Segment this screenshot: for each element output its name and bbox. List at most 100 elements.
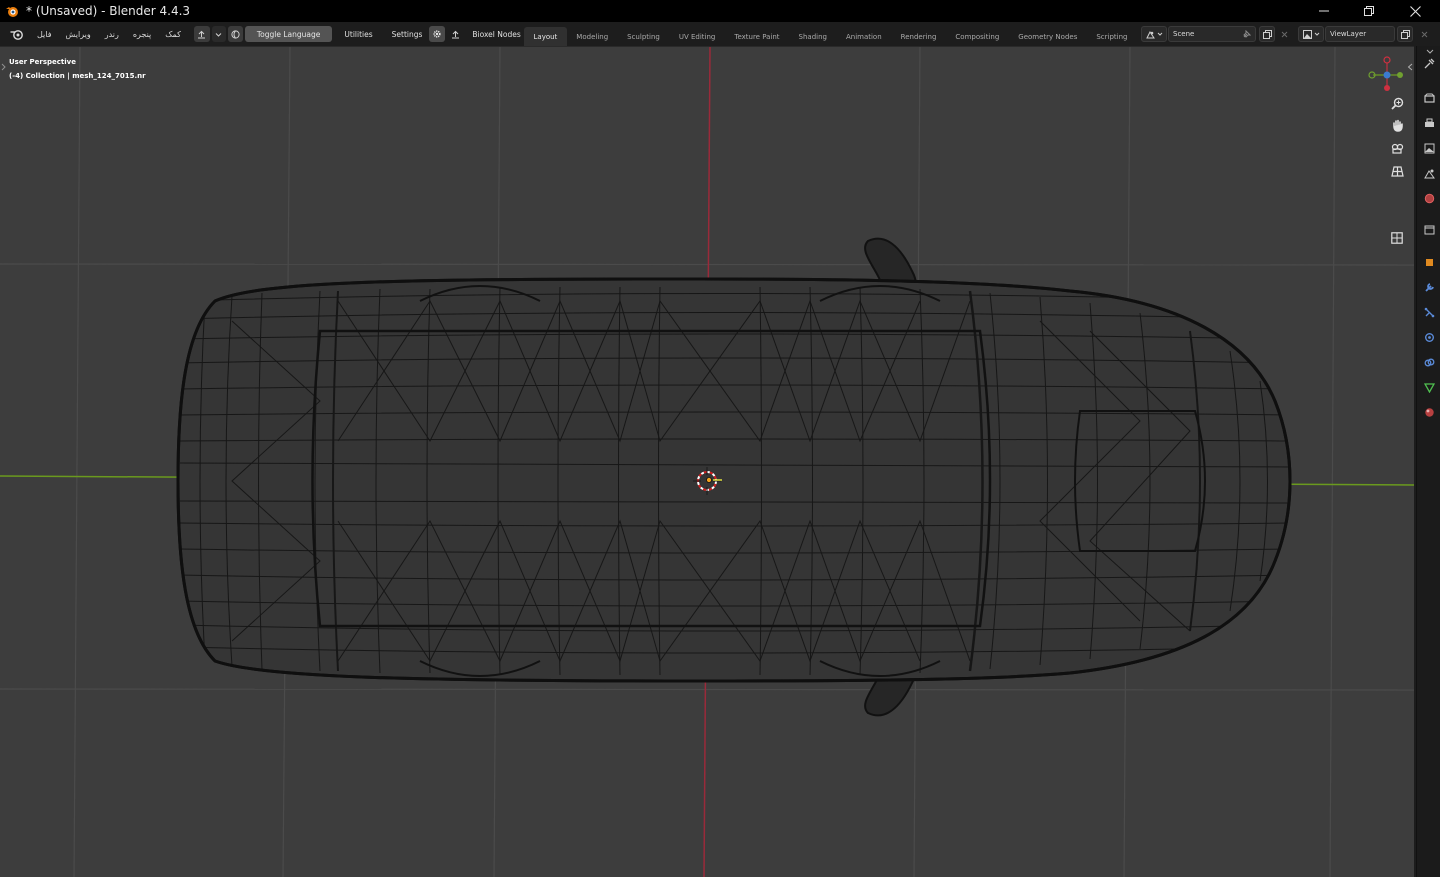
chevron-down-icon bbox=[216, 32, 222, 37]
delete-scene-button[interactable] bbox=[1276, 26, 1292, 42]
tab-modeling[interactable]: Modeling bbox=[567, 27, 618, 46]
perspective-toggle-button[interactable] bbox=[1387, 161, 1407, 181]
menu-edit[interactable]: ویرایش bbox=[59, 22, 98, 46]
menu-file[interactable]: فایل bbox=[30, 22, 59, 46]
scene-name-field[interactable]: Scene bbox=[1168, 26, 1256, 42]
toggle-language-button[interactable]: Toggle Language bbox=[244, 26, 333, 42]
wrench-icon bbox=[1424, 282, 1434, 292]
gear-icon bbox=[433, 30, 441, 38]
hand-icon bbox=[1392, 119, 1403, 132]
new-viewlayer-button[interactable] bbox=[1397, 26, 1413, 42]
collection-tab[interactable] bbox=[1422, 222, 1436, 236]
restore-button[interactable] bbox=[1346, 0, 1392, 22]
tab-compositing[interactable]: Compositing bbox=[946, 27, 1009, 46]
camera-view-button[interactable] bbox=[1387, 138, 1407, 158]
scene-icon bbox=[1423, 169, 1435, 178]
tab-scripting[interactable]: Scripting bbox=[1087, 27, 1137, 46]
particles-tab[interactable] bbox=[1422, 305, 1436, 319]
upload-icon bbox=[198, 30, 206, 38]
properties-tab-strip bbox=[1416, 46, 1440, 877]
output-tab[interactable] bbox=[1422, 116, 1436, 130]
restore-icon bbox=[1364, 6, 1374, 16]
blender-logo-icon bbox=[6, 7, 18, 17]
tab-animation[interactable]: Animation bbox=[836, 27, 891, 46]
object-icon bbox=[1425, 258, 1433, 266]
image-icon bbox=[1424, 143, 1434, 153]
world-icon bbox=[1424, 193, 1434, 203]
minimize-icon bbox=[1319, 10, 1329, 12]
viewlayer-browse-button[interactable] bbox=[1298, 26, 1324, 42]
duplicate-icon bbox=[1400, 29, 1410, 39]
pin-icon[interactable] bbox=[1242, 29, 1251, 39]
utilities-menu[interactable]: Utilities bbox=[337, 30, 379, 39]
material-tab[interactable] bbox=[1422, 405, 1436, 419]
grid-icon bbox=[1390, 165, 1404, 177]
dropdown-button[interactable] bbox=[211, 26, 226, 42]
view-layer-tab[interactable] bbox=[1422, 141, 1436, 155]
car-wireframe-mesh bbox=[176, 237, 1292, 717]
object-tab[interactable] bbox=[1422, 255, 1436, 269]
render-icon bbox=[1423, 93, 1435, 103]
scene-browse-button[interactable] bbox=[1141, 26, 1167, 42]
tab-shading[interactable]: Shading bbox=[789, 27, 836, 46]
minimize-button[interactable] bbox=[1301, 0, 1347, 22]
blender-menu-icon[interactable] bbox=[10, 28, 24, 40]
constraints-tab[interactable] bbox=[1422, 355, 1436, 369]
menu-window[interactable]: پنجره bbox=[126, 22, 158, 46]
chevron-left-icon[interactable] bbox=[1407, 63, 1413, 71]
settings-menu[interactable]: Settings bbox=[385, 30, 430, 39]
tab-layout[interactable]: Layout bbox=[524, 27, 567, 46]
close-icon bbox=[1281, 31, 1287, 37]
render-tab[interactable] bbox=[1422, 91, 1436, 105]
close-button[interactable] bbox=[1392, 0, 1438, 22]
3d-viewport[interactable]: User Perspective (-4) Collection | mesh_… bbox=[0, 46, 1414, 877]
export-button[interactable] bbox=[449, 27, 461, 41]
tab-rendering[interactable]: Rendering bbox=[891, 27, 946, 46]
world-tab[interactable] bbox=[1422, 191, 1436, 205]
tab-texture-paint[interactable]: Texture Paint bbox=[725, 27, 789, 46]
tool-tab[interactable] bbox=[1422, 56, 1436, 70]
scene-name: Scene bbox=[1173, 30, 1195, 38]
gear-button[interactable] bbox=[429, 26, 446, 42]
scene-icon bbox=[1145, 30, 1155, 38]
particles-icon bbox=[1424, 307, 1434, 317]
close-icon bbox=[1421, 31, 1427, 37]
menu-render[interactable]: رندر bbox=[98, 22, 126, 46]
chevron-right-icon[interactable] bbox=[1, 63, 6, 71]
chevron-down-icon[interactable] bbox=[1426, 49, 1434, 55]
tool-icon bbox=[1424, 58, 1434, 68]
zoom-button[interactable] bbox=[1387, 93, 1407, 113]
title-bar: * (Unsaved) - Blender 4.4.3 bbox=[0, 0, 1440, 22]
close-icon bbox=[1409, 5, 1421, 17]
tab-sculpting[interactable]: Sculpting bbox=[618, 27, 670, 46]
collection-icon bbox=[1424, 225, 1434, 234]
constraint-icon bbox=[1424, 358, 1434, 366]
physics-tab[interactable] bbox=[1422, 330, 1436, 344]
upload-button[interactable] bbox=[193, 26, 210, 42]
sidebar-icon bbox=[1391, 232, 1403, 244]
tab-uv-editing[interactable]: UV Editing bbox=[669, 27, 725, 46]
menu-help[interactable]: کمک bbox=[158, 22, 188, 46]
pan-button[interactable] bbox=[1387, 115, 1407, 135]
modifiers-tab[interactable] bbox=[1422, 280, 1436, 294]
material-icon bbox=[1424, 407, 1434, 417]
viewlayer-name: ViewLayer bbox=[1330, 30, 1367, 38]
globe-icon bbox=[231, 29, 240, 39]
language-button[interactable] bbox=[227, 26, 243, 42]
sidebar-toggle-button[interactable] bbox=[1387, 228, 1407, 248]
workspace-tabs: Layout Modeling Sculpting UV Editing Tex… bbox=[524, 27, 1165, 46]
viewport-canvas bbox=[0, 47, 1414, 877]
render-layers-icon bbox=[1302, 29, 1312, 39]
mesh-data-icon bbox=[1423, 382, 1435, 393]
bioxel-nodes-menu[interactable]: Bioxel Nodes bbox=[465, 30, 527, 39]
camera-icon bbox=[1391, 143, 1403, 154]
tab-geometry-nodes[interactable]: Geometry Nodes bbox=[1009, 27, 1087, 46]
navigation-gizmo[interactable] bbox=[1362, 53, 1404, 95]
new-scene-button[interactable] bbox=[1259, 26, 1275, 42]
delete-viewlayer-button[interactable] bbox=[1416, 26, 1432, 42]
data-tab[interactable] bbox=[1422, 380, 1436, 394]
scene-tab[interactable] bbox=[1422, 166, 1436, 180]
collection-info-label: (-4) Collection | mesh_124_7015.nr bbox=[9, 72, 146, 80]
view-name-label: User Perspective bbox=[9, 58, 76, 66]
viewlayer-name-field[interactable]: ViewLayer bbox=[1325, 26, 1395, 42]
